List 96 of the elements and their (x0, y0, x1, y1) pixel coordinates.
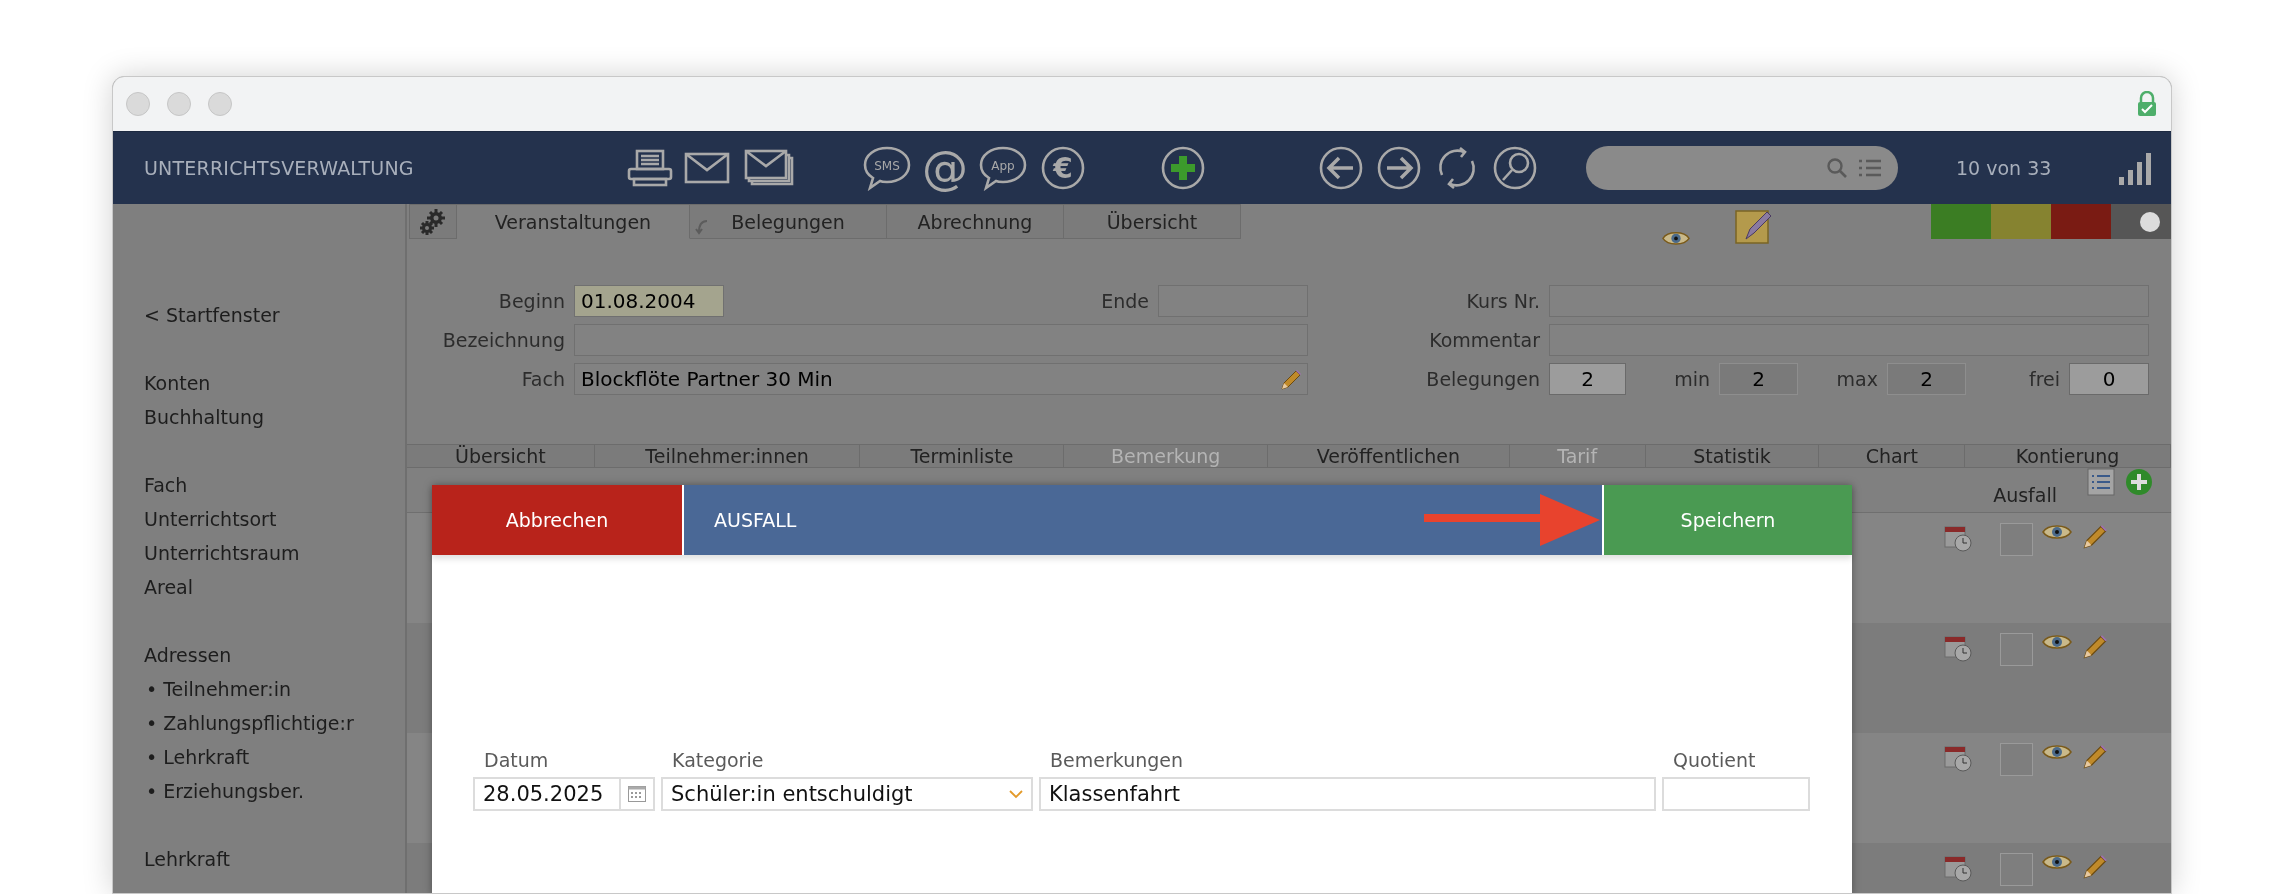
field-label: Kurs Nr. (1465, 290, 1541, 312)
tab[interactable]: Belegungen (690, 204, 887, 239)
field-label: frei (2027, 368, 2061, 390)
add-icon[interactable] (1160, 145, 1206, 191)
eye-icon[interactable] (2042, 633, 2072, 651)
signal-icon (2119, 151, 2153, 185)
lock-icon (2137, 91, 2157, 117)
sidebar-item[interactable]: Buchhaltung (144, 400, 405, 434)
field-label: Bezeichnung (441, 329, 566, 351)
calendar-clock-icon[interactable] (1943, 743, 1973, 773)
field-label: Datum (483, 749, 550, 771)
status-color-swatch[interactable] (2111, 204, 2171, 239)
pencil-icon[interactable] (2081, 523, 2109, 551)
pencil-icon[interactable] (2081, 743, 2109, 771)
input-field[interactable]: 2 (1887, 363, 1966, 395)
tab[interactable]: Übersicht (1064, 204, 1241, 239)
app-title: UNTERRICHTSVERWALTUNG (144, 157, 415, 179)
mail-icon[interactable] (684, 152, 730, 184)
field-label: Kategorie (671, 749, 765, 771)
field-label: Belegungen (1425, 368, 1541, 390)
checkbox[interactable] (2000, 743, 2033, 776)
sidebar-item[interactable]: Areal (144, 570, 405, 604)
sidebar-item[interactable]: Lehrkraft (144, 842, 405, 876)
at-sign-icon[interactable]: @ (922, 145, 968, 191)
euro-icon[interactable]: € (1040, 145, 1086, 191)
calendar-clock-icon[interactable] (1943, 633, 1973, 663)
sidebar-item[interactable]: < Startfenster (144, 298, 405, 332)
field-label: min (1673, 368, 1711, 390)
field-label: Bemerkungen (1049, 749, 1185, 771)
eye-icon[interactable] (2042, 853, 2072, 871)
tab: Tarif (1509, 445, 1646, 467)
calendar-clock-icon[interactable] (1943, 523, 1973, 553)
eye-icon[interactable] (2042, 743, 2072, 761)
search-field[interactable] (1586, 146, 1898, 190)
field-label: Beginn (497, 290, 566, 312)
record-counter: 10 von 33 (1956, 157, 2052, 179)
speech-bubble-icon[interactable]: App (978, 145, 1028, 191)
input-field[interactable]: 28.05.2025 (473, 777, 655, 811)
tab[interactable]: Teilnehmer:innen (594, 445, 861, 467)
column-header: Ausfall (1993, 484, 2057, 506)
chevron-down-icon[interactable] (1009, 789, 1023, 799)
field-label: max (1835, 368, 1879, 390)
eye-icon[interactable] (1662, 230, 1690, 247)
add-icon[interactable] (2125, 468, 2153, 496)
tab[interactable]: Kontierung (1965, 445, 2171, 467)
speech-bubble-icon[interactable]: SMS (862, 145, 912, 191)
search-icon[interactable] (1492, 145, 1538, 191)
tab: Bemerkung (1064, 445, 1268, 467)
status-color-swatch[interactable] (1991, 204, 2051, 239)
checkbox[interactable] (2000, 633, 2033, 666)
tab[interactable]: Abrechnung (887, 204, 1064, 239)
sidebar-item[interactable]: Adressen (144, 638, 405, 672)
input-field: 0 (2069, 363, 2149, 395)
checkbox[interactable] (2000, 853, 2033, 886)
sidebar-item[interactable]: • Teilnehmer:in (144, 672, 405, 706)
dialog-title: AUSFALL (714, 509, 797, 531)
tab[interactable]: Terminliste (860, 445, 1065, 467)
return-arrow-icon (695, 219, 709, 235)
calendar-clock-icon[interactable] (1943, 853, 1973, 883)
sidebar-item[interactable]: Unterrichtsort (144, 502, 405, 536)
status-color-swatch[interactable] (1931, 204, 1991, 239)
field-label: Fach (520, 368, 566, 390)
pencil-icon[interactable] (1279, 368, 1303, 392)
tab[interactable]: Veranstaltungen (457, 204, 690, 239)
list-icon[interactable] (1858, 158, 1882, 178)
input-field: 2 (1549, 363, 1626, 395)
field-label: Quotient (1672, 749, 1757, 771)
pencil-icon[interactable] (2081, 853, 2109, 881)
pencil-icon[interactable] (2081, 633, 2109, 661)
save-button[interactable]: Speichern (1604, 485, 1852, 555)
eye-icon[interactable] (2042, 523, 2072, 541)
note-edit-icon[interactable] (1734, 209, 1772, 247)
cancel-button[interactable]: Abbrechen (432, 485, 682, 555)
sidebar-item[interactable]: Unterrichtsraum (144, 536, 405, 570)
checkbox[interactable] (2000, 523, 2033, 556)
status-color-swatch[interactable] (2051, 204, 2111, 239)
sidebar-item[interactable]: • Erziehungsber. (144, 774, 405, 808)
field-label: Ende (1100, 290, 1150, 312)
tab[interactable]: Statistik (1645, 445, 1820, 467)
tab[interactable]: Übersicht (407, 445, 595, 467)
input-field[interactable]: 01.08.2004 (574, 285, 724, 317)
dropdown[interactable]: Schüler:in entschuldigt (661, 777, 1033, 811)
gear-icon[interactable] (409, 204, 457, 239)
input-field[interactable]: Klassenfahrt (1039, 777, 1656, 811)
sidebar-item[interactable]: • Lehrkraft (144, 740, 405, 774)
tab[interactable]: Veröffentlichen (1268, 445, 1510, 467)
sidebar-item[interactable]: • Zahlungspflichtige:r (144, 706, 405, 740)
input-field[interactable]: Blockflöte Partner 30 Min (574, 363, 1308, 395)
input-field[interactable]: 2 (1719, 363, 1798, 395)
mail-stack-icon[interactable] (744, 149, 794, 187)
printer-icon[interactable] (626, 148, 674, 188)
field-label: Kommentar (1428, 329, 1541, 351)
list-icon[interactable] (2087, 468, 2115, 496)
sidebar-item[interactable]: Fach (144, 468, 405, 502)
sidebar-item[interactable]: Konten (144, 366, 405, 400)
tab[interactable]: Chart (1819, 445, 1966, 467)
